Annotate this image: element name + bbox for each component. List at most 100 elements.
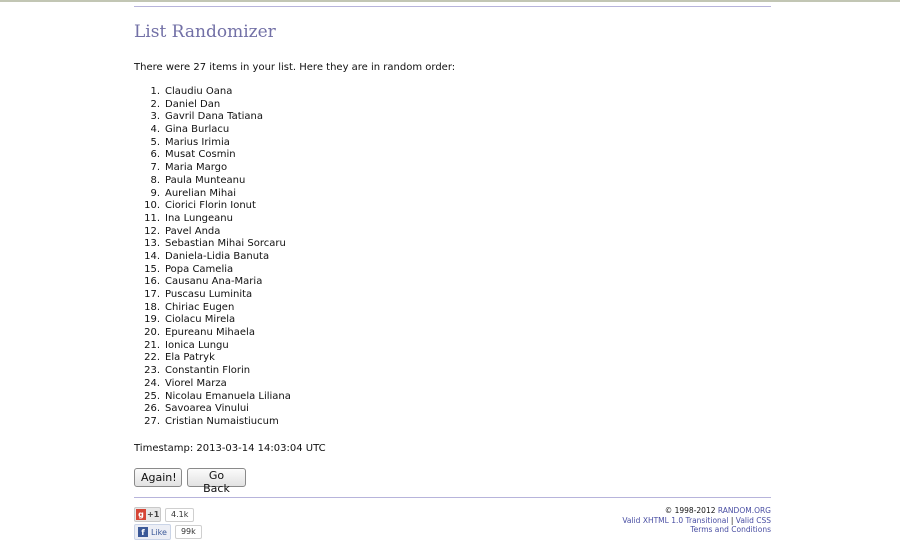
intro-text: There were 27 items in your list. Here t… [134, 62, 456, 73]
list-item: 23. Constantin Florin [144, 365, 291, 378]
list-item: 17. Puscasu Luminita [144, 289, 291, 302]
list-item: 1. Claudiu Oana [144, 86, 291, 99]
list-item: 13. Sebastian Mihai Sorcaru [144, 238, 291, 251]
list-item-name: Ina Lungeanu [165, 212, 233, 224]
list-item: 20. Epureanu Mihaela [144, 327, 291, 340]
top-border [0, 0, 900, 2]
facebook-like-button[interactable]: f Like [134, 524, 171, 540]
gplus-button[interactable]: g +1 [134, 507, 161, 522]
gplus-count: 4.1k [165, 507, 195, 522]
footer-divider [134, 497, 771, 498]
list-item-name: Nicolau Emanuela Liliana [165, 390, 291, 402]
list-item-name: Ciorici Florin Ionut [165, 200, 256, 212]
again-button[interactable]: Again! [134, 468, 182, 487]
list-item: 15. Popa Camelia [144, 264, 291, 277]
list-item: 24. Viorel Marza [144, 378, 291, 391]
terms-link[interactable]: Terms and Conditions [690, 525, 771, 534]
list-item: 3. Gavril Dana Tatiana [144, 111, 291, 124]
list-item-number: 12. [144, 225, 160, 237]
list-item-name: Daniela-Lidia Banuta [165, 250, 270, 262]
gplus-label: +1 [147, 510, 160, 519]
list-item-name: Paula Munteanu [165, 174, 246, 186]
list-item-number: 9. [150, 187, 160, 199]
list-item-name: Cristian Numaistiucum [165, 415, 279, 427]
list-item-name: Pavel Anda [165, 225, 221, 237]
list-item-number: 26. [144, 403, 160, 415]
list-item-name: Daniel Dan [165, 98, 221, 110]
list-item: 11. Ina Lungeanu [144, 213, 291, 226]
list-item-number: 13. [144, 238, 160, 250]
list-item: 26. Savoarea Vinului [144, 403, 291, 416]
list-item: 4. Gina Burlacu [144, 124, 291, 137]
list-item: 7. Maria Margo [144, 162, 291, 175]
terms-line: Terms and Conditions [622, 525, 771, 535]
list-item: 19. Ciolacu Mirela [144, 314, 291, 327]
list-item-number: 2. [150, 98, 160, 110]
list-item: 8. Paula Munteanu [144, 175, 291, 188]
valid-xhtml-link[interactable]: Valid XHTML 1.0 Transitional [622, 516, 728, 525]
list-item-number: 25. [144, 390, 160, 402]
facebook-like-count: 99k [174, 525, 202, 539]
list-item-number: 4. [150, 124, 160, 136]
facebook-icon: f [138, 527, 148, 537]
list-item: 22. Ela Patryk [144, 352, 291, 365]
list-item-number: 27. [144, 415, 160, 427]
list-item-number: 19. [144, 314, 160, 326]
list-item-number: 7. [150, 162, 160, 174]
list-item-name: Popa Camelia [165, 263, 234, 275]
list-item-name: Aurelian Mihai [165, 187, 237, 199]
list-item: 6. Musat Cosmin [144, 149, 291, 162]
list-item-name: Causanu Ana-Maria [165, 276, 263, 288]
list-item: 9. Aurelian Mihai [144, 188, 291, 201]
list-item-name: Maria Margo [165, 162, 228, 174]
list-item-number: 18. [144, 301, 160, 313]
list-item-name: Ionica Lungu [165, 339, 229, 351]
list-item-number: 6. [150, 149, 160, 161]
list-item-number: 5. [150, 136, 160, 148]
page-title: List Randomizer [134, 22, 276, 42]
gplus-widget: g +1 4.1k [134, 507, 195, 522]
list-item-name: Puscasu Luminita [165, 289, 253, 300]
list-item-number: 21. [144, 339, 160, 351]
list-item-number: 24. [144, 377, 160, 389]
list-item: 5. Marius Irimia [144, 137, 291, 150]
list-item: 25. Nicolau Emanuela Liliana [144, 391, 291, 404]
list-item-name: Claudiu Oana [165, 86, 233, 97]
list-item-number: 3. [150, 111, 160, 123]
list-item-name: Epureanu Mihaela [165, 327, 255, 339]
list-item: 10. Ciorici Florin Ionut [144, 200, 291, 213]
list-item-name: Chiriac Eugen [165, 301, 235, 313]
list-item-name: Marius Irimia [165, 136, 230, 148]
list-item-name: Sebastian Mihai Sorcaru [165, 238, 286, 250]
list-item-number: 10. [144, 200, 160, 212]
list-item-number: 22. [144, 352, 160, 364]
list-item-number: 8. [150, 174, 160, 186]
google-icon: g [136, 509, 146, 520]
list-item: 14. Daniela-Lidia Banuta [144, 251, 291, 264]
list-item-name: Musat Cosmin [165, 149, 236, 161]
list-item-number: 23. [144, 365, 160, 377]
list-item-number: 11. [144, 212, 160, 224]
validation-line: Valid XHTML 1.0 Transitional | Valid CSS [622, 516, 771, 526]
random-org-link[interactable]: RANDOM.ORG [718, 506, 771, 515]
copyright-text: © 1998-2012 [664, 506, 718, 515]
link-separator: | [728, 515, 736, 525]
list-item: 12. Pavel Anda [144, 226, 291, 239]
list-item-name: Viorel Marza [165, 377, 227, 389]
facebook-like-label: Like [151, 527, 167, 537]
list-item: 2. Daniel Dan [144, 99, 291, 112]
randomized-list: 1. Claudiu Oana 2. Daniel Dan 3. Gavril Dana … [144, 86, 291, 429]
list-item: 21. Ionica Lungu [144, 340, 291, 353]
list-item-name: Ciolacu Mirela [165, 314, 236, 326]
list-item-name: Gavril Dana Tatiana [165, 111, 263, 123]
header-divider [134, 6, 771, 7]
list-item-name: Gina Burlacu [165, 124, 230, 136]
list-item-number: 16. [144, 276, 160, 288]
timestamp: Timestamp: 2013-03-14 14:03:04 UTC [134, 443, 326, 454]
go-back-button[interactable]: Go Back [187, 468, 246, 495]
valid-css-link[interactable]: Valid CSS [736, 516, 771, 525]
list-item-number: 15. [144, 263, 160, 275]
list-item-number: 1. [150, 86, 160, 97]
copyright-line: © 1998-2012 RANDOM.ORG [622, 506, 771, 516]
list-item-name: Savoarea Vinului [165, 403, 249, 415]
